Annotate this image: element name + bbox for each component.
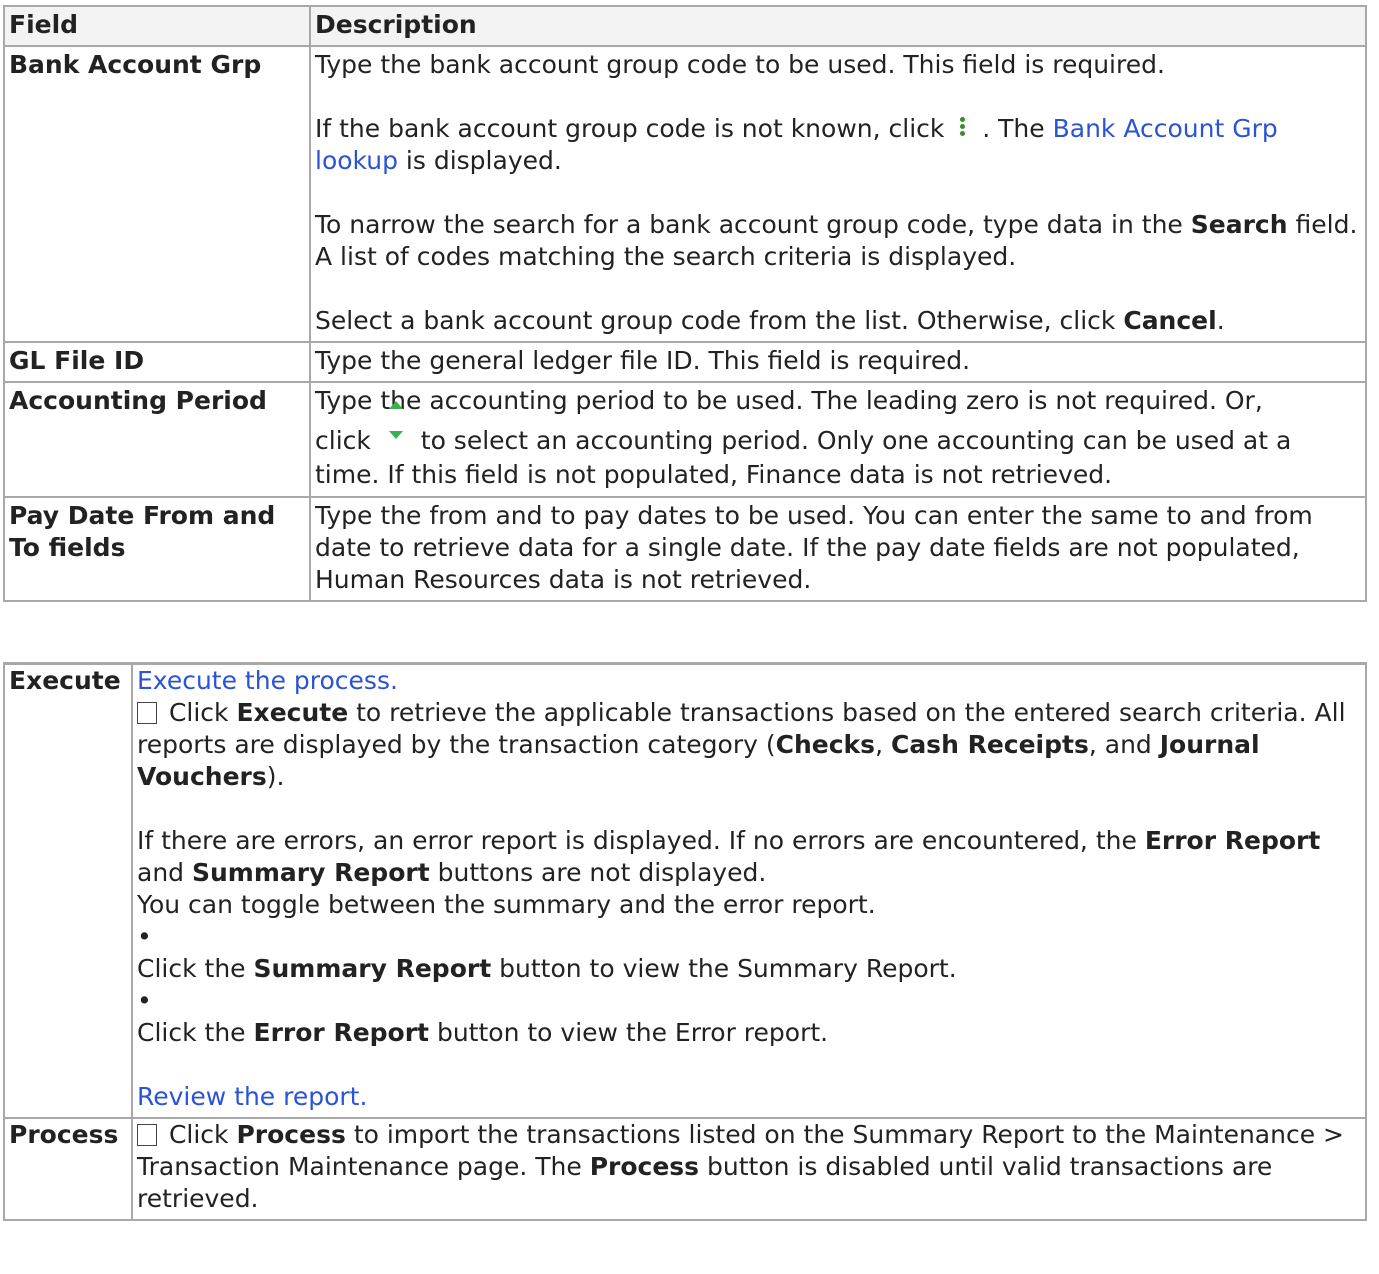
bullet: • <box>137 986 152 1015</box>
table-row: Bank Account Grp Type the bank account g… <box>3 45 1367 343</box>
action-table: Execute Execute the process. Click Execu… <box>3 662 1367 1221</box>
description-column-header: Description <box>309 5 1367 47</box>
action-name: Execute <box>3 662 133 1119</box>
review-report-link[interactable]: Review the report. <box>137 1082 367 1111</box>
field-description: Type the general ledger file ID. This fi… <box>309 341 1367 383</box>
field-name: Pay Date From and To fields <box>3 496 311 602</box>
field-description: Type the from and to pay dates to be use… <box>309 496 1367 602</box>
vertical-dots-icon <box>952 115 974 139</box>
bullet: • <box>137 922 152 951</box>
table-row: Process Click Process to import the tran… <box>3 1117 1367 1221</box>
table-row: Pay Date From and To fields Type the fro… <box>3 496 1367 602</box>
field-name: GL File ID <box>3 341 311 383</box>
field-column-header: Field <box>3 5 311 47</box>
field-name: Accounting Period <box>3 381 311 498</box>
checkbox-icon <box>137 1124 157 1146</box>
field-description-table: Field Description Bank Account Grp Type … <box>3 5 1367 602</box>
action-description: Click Process to import the transactions… <box>131 1117 1367 1221</box>
execute-process-link[interactable]: Execute the process. <box>137 666 398 695</box>
checkbox-icon <box>137 702 157 724</box>
table-row: Accounting Period Type the accounting pe… <box>3 381 1367 498</box>
field-name: Bank Account Grp <box>3 45 311 343</box>
action-name: Process <box>3 1117 133 1221</box>
action-description: Execute the process. Click Execute to re… <box>131 662 1367 1119</box>
table-row: Execute Execute the process. Click Execu… <box>3 662 1367 1119</box>
table-row: GL File ID Type the general ledger file … <box>3 341 1367 383</box>
field-description: Type the bank account group code to be u… <box>309 45 1367 343</box>
up-down-spinner-icon <box>379 401 413 453</box>
header-row: Field Description <box>3 5 1367 47</box>
field-description: Type the accounting period to be used. T… <box>309 381 1367 498</box>
